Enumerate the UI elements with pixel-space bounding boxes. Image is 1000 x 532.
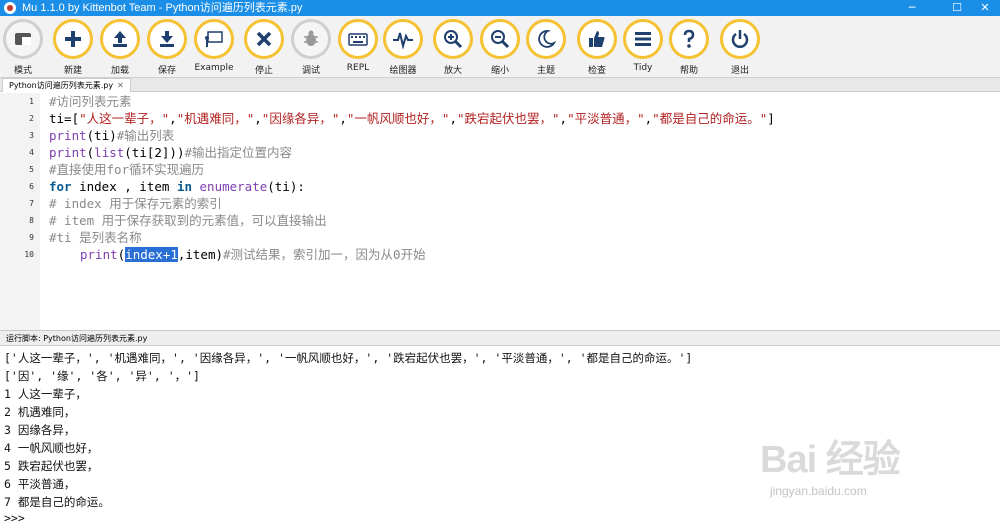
line-number: 5 <box>29 165 34 174</box>
output-line: 6 平淡普通， <box>4 477 76 491</box>
code-line: 9 #ti 是列表名称 <box>0 229 1000 246</box>
repl-prompt[interactable]: >>> <box>4 509 25 527</box>
code-editor[interactable]: 1 #访问列表元素 2 ti=["人这一辈子，","机遇难同，","因缘各异，"… <box>0 93 1000 330</box>
line-number: 1 <box>29 97 34 106</box>
stop-button[interactable]: 停止 <box>242 19 286 77</box>
maximize-button[interactable]: ☐ <box>942 0 972 16</box>
plus-icon <box>53 19 93 59</box>
code-line: 1 #访问列表元素 <box>0 93 1000 110</box>
output-line: ['因', '缘', '各', '异', '，'] <box>4 369 200 383</box>
tab-close-icon[interactable]: ✕ <box>117 81 124 90</box>
run-panel-header: 运行脚本: Python访问遍历列表元素.py <box>0 330 1000 346</box>
code-line: 10 print(index+1,item)#测试结果，索引加一，因为从0开始 <box>0 246 1000 263</box>
code-line: 2 ti=["人这一辈子，","机遇难同，","因缘各异，","一帆风顺也好，"… <box>0 110 1000 127</box>
download-icon <box>147 19 187 59</box>
code-line: 5 #直接使用for循环实现遍历 <box>0 161 1000 178</box>
zoom-in-icon <box>433 19 473 59</box>
title-bar: Mu 1.1.0 by Kittenbot Team - Python访问遍历列… <box>0 0 1000 16</box>
thumbs-up-icon <box>577 19 617 59</box>
code-line: 7 # index 用于保存元素的索引 <box>0 195 1000 212</box>
line-number: 2 <box>29 114 34 123</box>
selected-text: index+1 <box>125 247 178 262</box>
output-line: ['人这一辈子，', '机遇难同，', '因缘各异，', '一帆风顺也好，', … <box>4 351 693 365</box>
output-line: 5 跌宕起伏也罢， <box>4 459 99 473</box>
quit-button[interactable]: 退出 <box>718 19 762 77</box>
tab-label: Python访问遍历列表元素.py <box>9 81 114 90</box>
line-number: 4 <box>29 148 34 157</box>
load-button[interactable]: 加载 <box>98 19 142 77</box>
output-line: 2 机遇难同， <box>4 405 76 419</box>
code-line: 6 for index , item in enumerate(ti): <box>0 178 1000 195</box>
line-number: 9 <box>29 233 34 242</box>
help-icon <box>669 19 709 59</box>
minimize-button[interactable]: ─ <box>897 0 927 16</box>
pulse-icon <box>383 19 423 59</box>
output-line: 4 一帆风顺也好， <box>4 441 99 455</box>
tab-python-file[interactable]: Python访问遍历列表元素.py ✕ <box>2 78 131 92</box>
toolbar: 模式 新建 加载 保存 Example 停止 调试 REPL 绘图器 放大 缩小… <box>0 16 1000 78</box>
new-button[interactable]: 新建 <box>51 19 95 77</box>
menu-icon <box>623 19 663 59</box>
example-button[interactable]: Example <box>192 19 236 77</box>
code-line: 3 print(ti)#输出列表 <box>0 127 1000 144</box>
output-line: 3 因缘各异， <box>4 423 76 437</box>
keyboard-icon <box>338 19 378 59</box>
help-button[interactable]: 帮助 <box>667 19 711 77</box>
save-button[interactable]: 保存 <box>145 19 189 77</box>
output-console[interactable]: ['人这一辈子，', '机遇难同，', '因缘各异，', '一帆风顺也好，', … <box>0 347 1000 532</box>
line-number: 3 <box>29 131 34 140</box>
theme-button[interactable]: 主题 <box>524 19 568 77</box>
mode-icon <box>3 19 43 59</box>
debug-button[interactable]: 调试 <box>289 19 333 77</box>
upload-icon <box>100 19 140 59</box>
close-window-button[interactable]: ✕ <box>970 0 1000 16</box>
moon-icon <box>526 19 566 59</box>
close-icon <box>244 19 284 59</box>
bug-icon <box>291 19 331 59</box>
plotter-button[interactable]: 绘图器 <box>381 19 425 77</box>
output-line: 1 人这一辈子， <box>4 387 87 401</box>
line-number: 10 <box>24 250 34 259</box>
mode-button[interactable]: 模式 <box>1 19 45 77</box>
zoom-out-icon <box>480 19 520 59</box>
window-title: Mu 1.1.0 by Kittenbot Team - Python访问遍历列… <box>22 2 303 14</box>
zoom-in-button[interactable]: 放大 <box>431 19 475 77</box>
presentation-icon <box>194 19 234 59</box>
code-line: 4 print(list(ti[2]))#输出指定位置内容 <box>0 144 1000 161</box>
code-line: 8 # item 用于保存获取到的元素值，可以直接输出 <box>0 212 1000 229</box>
quit-label: 退出 <box>730 66 749 76</box>
line-number: 7 <box>29 199 34 208</box>
power-icon <box>720 19 760 59</box>
line-number: 8 <box>29 216 34 225</box>
editor-tab-bar: Python访问遍历列表元素.py ✕ <box>0 78 1000 92</box>
line-number: 6 <box>29 182 34 191</box>
app-logo-icon <box>4 2 16 14</box>
